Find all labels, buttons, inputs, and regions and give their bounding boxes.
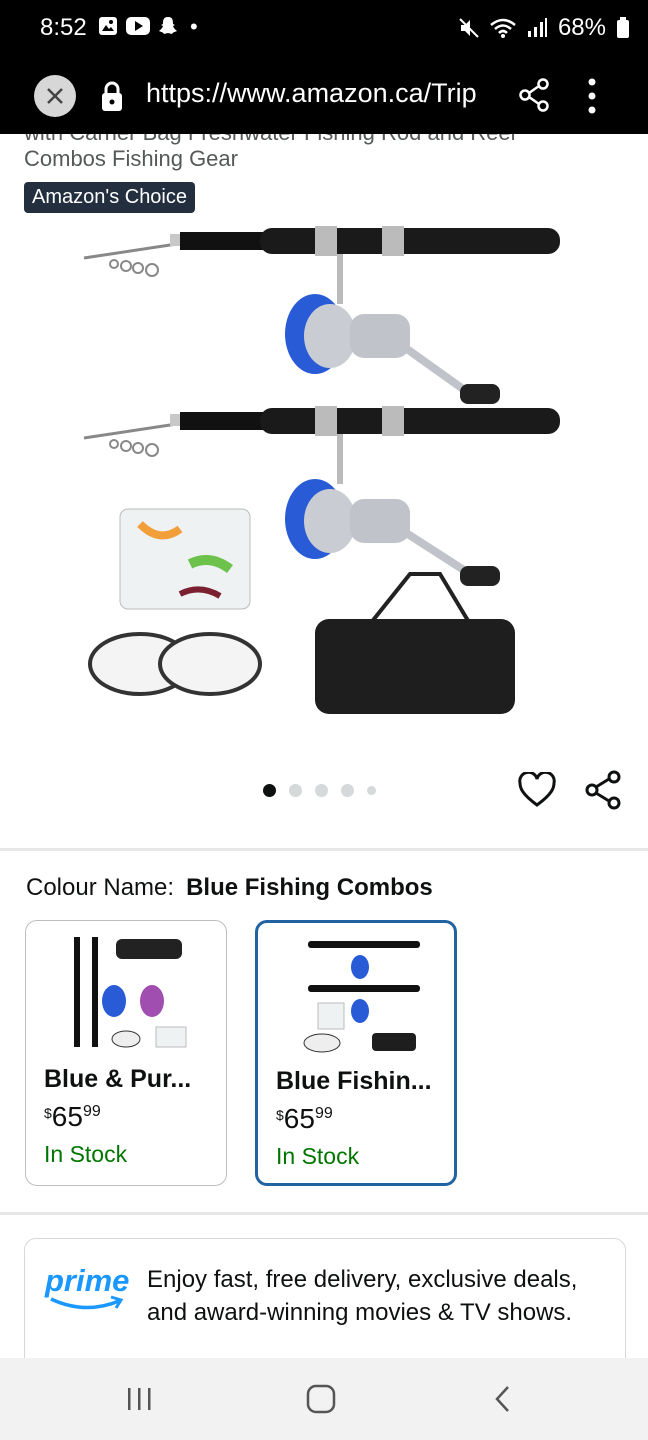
carousel-dot[interactable] (341, 784, 354, 797)
recent-apps-icon[interactable] (126, 1386, 154, 1412)
colour-name-row: Colour Name: Blue Fishing Combos (26, 874, 433, 902)
fishing-line-illustration (88, 632, 262, 696)
browser-toolbar: https://www.amazon.ca/Trip (0, 60, 648, 134)
section-divider (0, 1212, 648, 1215)
status-right: 68% (458, 14, 630, 42)
gallery-icon (99, 17, 117, 35)
back-icon[interactable] (492, 1384, 514, 1414)
product-image[interactable] (70, 224, 580, 724)
url-field[interactable]: https://www.amazon.ca/Trip (146, 78, 496, 109)
carousel-dot[interactable] (289, 784, 302, 797)
status-bar: 8:52 • 68% (0, 0, 648, 60)
page-content: with Carrier Bag Freshwater Fishing Rod … (0, 134, 648, 1358)
colour-option-blue-purple[interactable]: Blue & Pur... $6599 In Stock (25, 920, 227, 1186)
heart-icon[interactable] (518, 772, 556, 808)
close-tab-button[interactable] (34, 75, 76, 117)
prime-smile-icon (50, 1295, 124, 1310)
share-icon[interactable] (584, 770, 622, 810)
option-stock-status: In Stock (276, 1143, 360, 1169)
battery-percent: 68% (557, 14, 606, 41)
fishing-rod-illustration (83, 226, 560, 404)
prime-promo-card[interactable]: prime Enjoy fast, free delivery, exclusi… (24, 1238, 626, 1358)
close-icon (47, 88, 63, 104)
wifi-icon (490, 18, 516, 38)
colour-label: Colour Name: (26, 874, 175, 901)
option-thumbnail (303, 941, 420, 1053)
image-carousel-dots[interactable] (263, 784, 376, 797)
option-price: $6599 (276, 1103, 333, 1134)
carousel-dot[interactable] (315, 784, 328, 797)
amazons-choice-badge[interactable]: Amazon's Choice (24, 182, 195, 213)
youtube-icon (126, 17, 150, 35)
more-options-icon[interactable] (584, 76, 600, 116)
tackle-box-illustration (119, 508, 251, 610)
home-icon[interactable] (306, 1384, 336, 1414)
snapchat-icon (159, 17, 177, 34)
carousel-dot[interactable] (367, 786, 376, 795)
battery-icon (617, 17, 629, 38)
option-name: Blue Fishin... (276, 1067, 432, 1095)
option-thumbnail (74, 937, 187, 1048)
more-notifications-dot: • (190, 14, 198, 39)
option-stock-status: In Stock (44, 1141, 128, 1167)
product-title-line1[interactable]: with Carrier Bag Freshwater Fishing Rod … (24, 134, 516, 146)
share-icon[interactable] (518, 78, 550, 112)
signal-icon (527, 18, 547, 37)
lock-icon[interactable] (100, 80, 124, 112)
prime-logo: prime (45, 1263, 129, 1315)
section-divider (0, 848, 648, 851)
prime-promo-text: Enjoy fast, free delivery, exclusive dea… (147, 1266, 578, 1326)
product-title-line2[interactable]: Combos Fishing Gear (24, 146, 238, 172)
carrier-bag-illustration (315, 572, 515, 714)
colour-option-blue-fishing-combos[interactable]: Blue Fishin... $6599 In Stock (255, 920, 457, 1186)
option-price: $6599 (44, 1101, 101, 1132)
android-nav-bar (0, 1358, 648, 1440)
mute-icon (459, 18, 479, 38)
option-name: Blue & Pur... (44, 1065, 192, 1093)
status-time: 8:52 (40, 14, 87, 41)
colour-selected-value: Blue Fishing Combos (186, 874, 433, 901)
carousel-dot[interactable] (263, 784, 276, 797)
notification-icons (98, 16, 178, 36)
